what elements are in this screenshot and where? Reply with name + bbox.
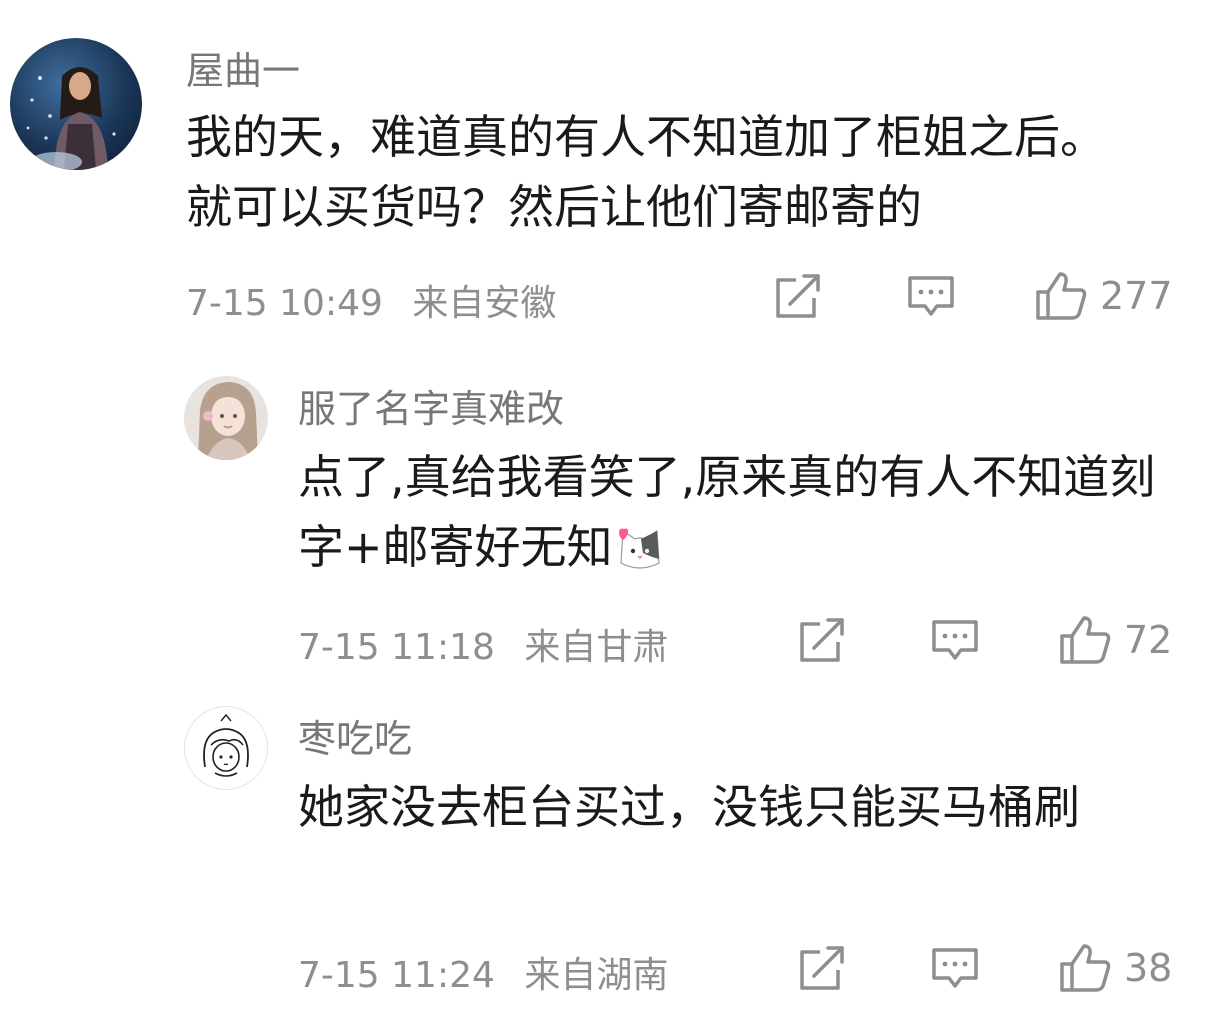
comment-text: 点了,真给我看笑了,原来真的有人不知道刻字+邮寄好无知 — [298, 442, 1188, 588]
share-button[interactable] — [774, 272, 824, 320]
share-icon — [776, 274, 820, 318]
cat-face-heart-emoji — [615, 518, 665, 588]
avatar[interactable] — [184, 706, 268, 790]
comment-meta: 7-15 11:18 来自甘肃 — [298, 618, 668, 670]
location: 来自安徽 — [412, 283, 557, 324]
share-button[interactable] — [798, 616, 848, 664]
thumbs-up-icon — [1060, 616, 1111, 664]
share-button[interactable] — [798, 944, 848, 992]
share-icon — [800, 946, 844, 990]
timestamp: 7-15 11:24 — [298, 955, 495, 996]
thumbs-up-icon — [1060, 944, 1111, 992]
location: 来自甘肃 — [524, 627, 669, 668]
like-count: 277 — [1100, 274, 1173, 318]
comment-icon — [932, 620, 978, 660]
timestamp: 7-15 10:49 — [186, 283, 383, 324]
comment-item: 屋曲一 我的天，难道真的有人不知道加了柜姐之后。就可以买货吗？然后让他们寄邮寄的… — [0, 0, 1227, 340]
comment-text-content: 点了,真给我看笑了,原来真的有人不知道刻字+邮寄好无知 — [298, 450, 1156, 574]
reply-item: 枣吃吃 她家没去柜台买过，没钱只能买马桶刷 7-15 11:24 来自湖南 38 — [0, 680, 1227, 1011]
comment-meta: 7-15 10:49 来自安徽 — [186, 274, 556, 326]
comment-icon — [932, 948, 978, 988]
comment-button[interactable] — [930, 946, 980, 992]
comment-meta: 7-15 11:24 来自湖南 — [298, 946, 668, 998]
comment-button[interactable] — [906, 274, 956, 320]
like-button[interactable]: 38 — [1058, 942, 1172, 994]
avatar[interactable] — [10, 38, 142, 170]
like-button[interactable]: 72 — [1058, 614, 1172, 666]
username[interactable]: 屋曲一 — [186, 40, 300, 95]
comment-text: 她家没去柜台买过，没钱只能买马桶刷 — [298, 780, 1080, 834]
comment-text: 我的天，难道真的有人不知道加了柜姐之后。就可以买货吗？然后让他们寄邮寄的 — [186, 110, 1106, 234]
username[interactable]: 枣吃吃 — [298, 708, 412, 763]
like-count: 38 — [1124, 946, 1173, 990]
username[interactable]: 服了名字真难改 — [298, 378, 564, 433]
thumbs-up-icon — [1036, 272, 1087, 320]
like-button[interactable]: 277 — [1034, 270, 1173, 322]
location: 来自湖南 — [524, 955, 669, 996]
share-icon — [800, 618, 844, 662]
comment-button[interactable] — [930, 618, 980, 664]
avatar[interactable] — [184, 376, 268, 460]
comment-icon — [908, 276, 954, 316]
timestamp: 7-15 11:18 — [298, 627, 495, 668]
reply-item: 服了名字真难改 点了,真给我看笑了,原来真的有人不知道刻字+邮寄好无知 7-15… — [0, 340, 1227, 680]
like-count: 72 — [1124, 618, 1173, 662]
